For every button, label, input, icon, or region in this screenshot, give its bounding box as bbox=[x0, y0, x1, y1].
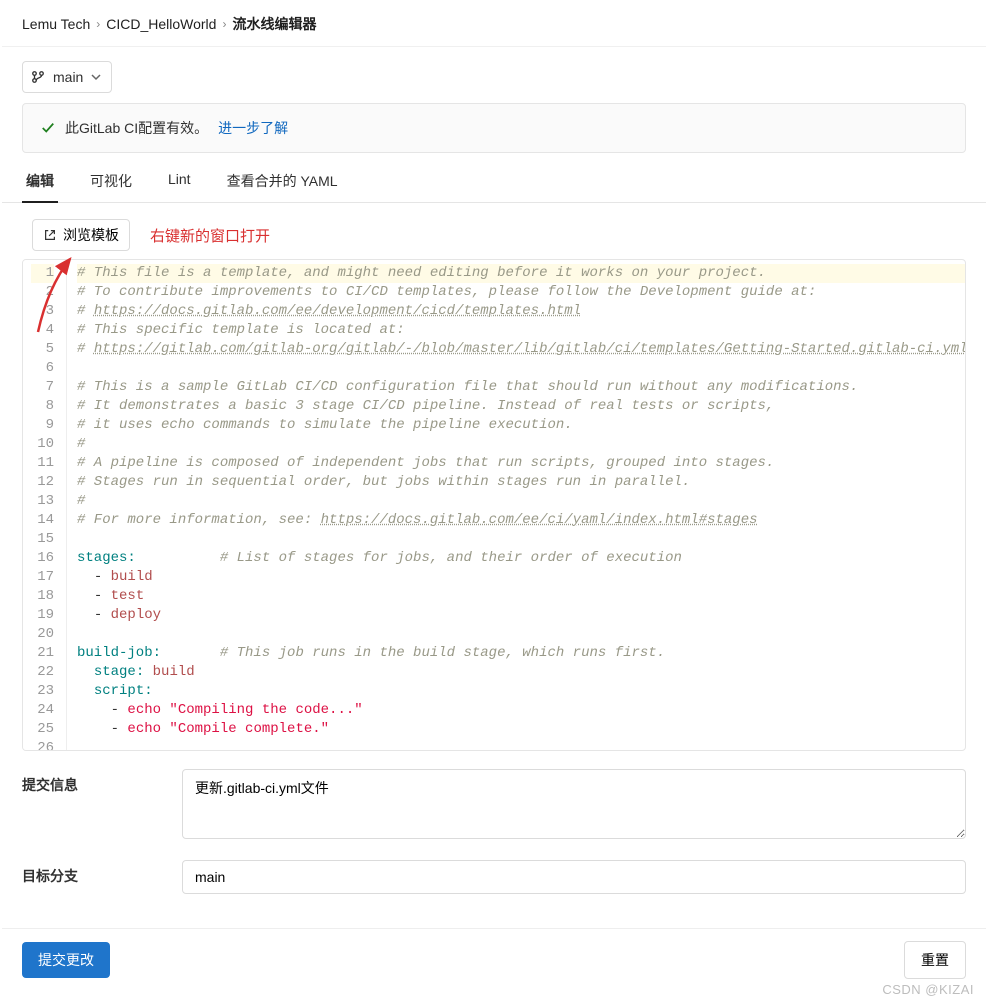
branch-icon bbox=[31, 70, 45, 84]
tab-visualize[interactable]: 可视化 bbox=[86, 171, 136, 202]
code-editor[interactable]: 1234567891011121314151617181920212223242… bbox=[23, 260, 965, 750]
chevron-down-icon bbox=[91, 72, 101, 82]
breadcrumb-current: 流水线编辑器 bbox=[232, 14, 316, 34]
commit-message-label: 提交信息 bbox=[22, 769, 182, 795]
validation-banner: 此GitLab CI配置有效。 进一步了解 bbox=[22, 103, 966, 153]
commit-message-input[interactable] bbox=[182, 769, 966, 839]
reset-button[interactable]: 重置 bbox=[904, 941, 966, 979]
editor-tabs: 编辑 可视化 Lint 查看合并的 YAML bbox=[2, 153, 986, 203]
breadcrumb-group[interactable]: Lemu Tech bbox=[22, 16, 90, 32]
target-branch-label: 目标分支 bbox=[22, 860, 182, 886]
chevron-right-icon: › bbox=[222, 17, 226, 31]
browse-templates-button[interactable]: 浏览模板 bbox=[32, 219, 130, 251]
banner-learn-more-link[interactable]: 进一步了解 bbox=[218, 118, 288, 138]
external-link-icon bbox=[43, 228, 57, 242]
chevron-right-icon: › bbox=[96, 17, 100, 31]
line-gutter: 1234567891011121314151617181920212223242… bbox=[23, 260, 67, 750]
tab-lint[interactable]: Lint bbox=[164, 171, 195, 202]
branch-name: main bbox=[53, 69, 83, 85]
watermark: CSDN @KIZAI bbox=[882, 982, 974, 997]
target-branch-input[interactable] bbox=[182, 860, 966, 894]
annotation-text: 右键新的窗口打开 bbox=[150, 225, 270, 246]
check-icon bbox=[41, 121, 55, 135]
breadcrumb-project[interactable]: CICD_HelloWorld bbox=[106, 16, 216, 32]
breadcrumb: Lemu Tech › CICD_HelloWorld › 流水线编辑器 bbox=[2, 0, 986, 47]
code-content[interactable]: # This file is a template, and might nee… bbox=[67, 260, 965, 750]
banner-text: 此GitLab CI配置有效。 bbox=[65, 118, 208, 138]
tab-merged-yaml[interactable]: 查看合并的 YAML bbox=[223, 171, 342, 202]
branch-selector[interactable]: main bbox=[22, 61, 112, 93]
submit-button[interactable]: 提交更改 bbox=[22, 942, 110, 978]
tab-edit[interactable]: 编辑 bbox=[22, 171, 58, 203]
